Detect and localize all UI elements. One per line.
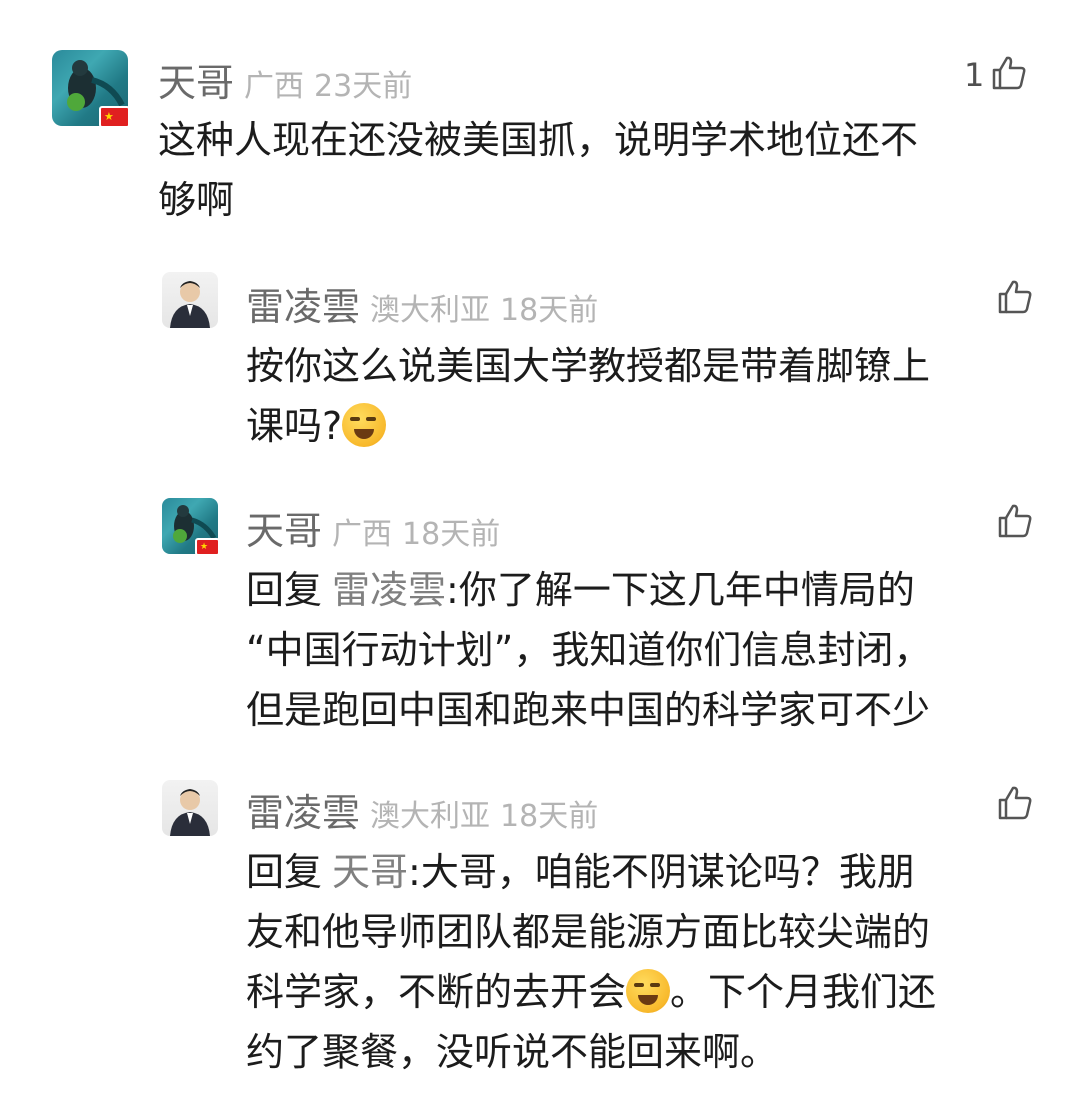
- thumbs-up-icon: [990, 54, 1028, 96]
- reply-prefix: 回复: [246, 568, 323, 612]
- comment-line-text: 。下个月我们还: [670, 970, 937, 1014]
- comment-line: 友和他导师团队都是能源方面比较尖端的: [246, 910, 931, 954]
- comment-line: 课吗?: [246, 396, 1046, 456]
- time-label: 18天前: [500, 293, 599, 328]
- thumbs-up-icon: [996, 502, 1034, 544]
- username[interactable]: 雷凌雲: [246, 791, 360, 835]
- comment-line: “中国行动计划”，我知道你们信息封闭，: [246, 628, 932, 672]
- comment-line-text: 科学家，不断的去开会: [246, 970, 627, 1014]
- location-label: 广西: [244, 69, 305, 104]
- comment-line-text: :大哥，咱能不阴谋论吗？我朋: [408, 850, 915, 894]
- crying-laughing-emoji-icon: [342, 403, 387, 447]
- avatar[interactable]: [162, 272, 218, 328]
- portrait-avatar-image: [162, 780, 218, 836]
- comment-line: 回复 天哥:大哥，咱能不阴谋论吗？我朋: [246, 842, 1046, 902]
- avatar[interactable]: ★: [162, 498, 220, 556]
- comment-line: 科学家，不断的去开会 。下个月我们还: [246, 962, 1046, 1022]
- portrait-avatar-image: [162, 272, 218, 328]
- like-button[interactable]: [996, 502, 1034, 544]
- comment-line: 约了聚餐，没听说不能回来啊。: [246, 1030, 779, 1074]
- reply-prefix: 回复: [246, 850, 323, 894]
- avatar[interactable]: ★: [52, 50, 130, 128]
- time-label: 23天前: [314, 69, 413, 104]
- comment-line-text: 课吗?: [246, 404, 343, 448]
- username[interactable]: 天哥: [158, 61, 234, 105]
- china-flag-badge: ★: [99, 106, 130, 128]
- comment-line: 回复 雷凌雲:你了解一下这几年中情局的: [246, 560, 1046, 620]
- comment-line: 这种人现在还没被美国抓，说明学术地位还不: [158, 118, 919, 162]
- comment-line: 按你这么说美国大学教授都是带着脚镣上: [246, 344, 931, 388]
- location-label: 广西: [332, 517, 393, 552]
- thumbs-up-icon: [996, 278, 1034, 320]
- thumbs-up-icon: [996, 784, 1034, 826]
- avatar[interactable]: [162, 780, 218, 836]
- comment-line: 但是跑回中国和跑来中国的科学家可不少: [246, 688, 931, 732]
- comment-text: 这种人现在还没被美国抓，说明学术地位还不 够啊: [158, 110, 1038, 230]
- comment-text: 按你这么说美国大学教授都是带着脚镣上 课吗?: [246, 336, 1046, 456]
- comment-text: 回复 雷凌雲:你了解一下这几年中情局的 “中国行动计划”，我知道你们信息封闭， 但…: [246, 560, 1046, 740]
- username[interactable]: 天哥: [246, 509, 322, 553]
- like-button[interactable]: [996, 784, 1034, 826]
- comment-line: 够啊: [158, 178, 235, 222]
- time-label: 18天前: [402, 517, 501, 552]
- like-count: 1: [964, 56, 985, 94]
- comment-line-text: :你了解一下这几年中情局的: [446, 568, 915, 612]
- crying-laughing-emoji-icon: [626, 969, 671, 1013]
- username[interactable]: 雷凌雲: [246, 285, 360, 329]
- time-label: 18天前: [500, 799, 599, 834]
- reply-target-link[interactable]: 雷凌雲: [332, 568, 446, 612]
- like-button[interactable]: 1: [964, 54, 1028, 96]
- location-label: 澳大利亚: [370, 293, 491, 328]
- like-button[interactable]: [996, 278, 1034, 320]
- location-label: 澳大利亚: [370, 799, 491, 834]
- reply-target-link[interactable]: 天哥: [332, 850, 408, 894]
- comment-text: 回复 天哥:大哥，咱能不阴谋论吗？我朋 友和他导师团队都是能源方面比较尖端的 科学…: [246, 842, 1046, 1082]
- china-flag-badge: ★: [195, 538, 220, 556]
